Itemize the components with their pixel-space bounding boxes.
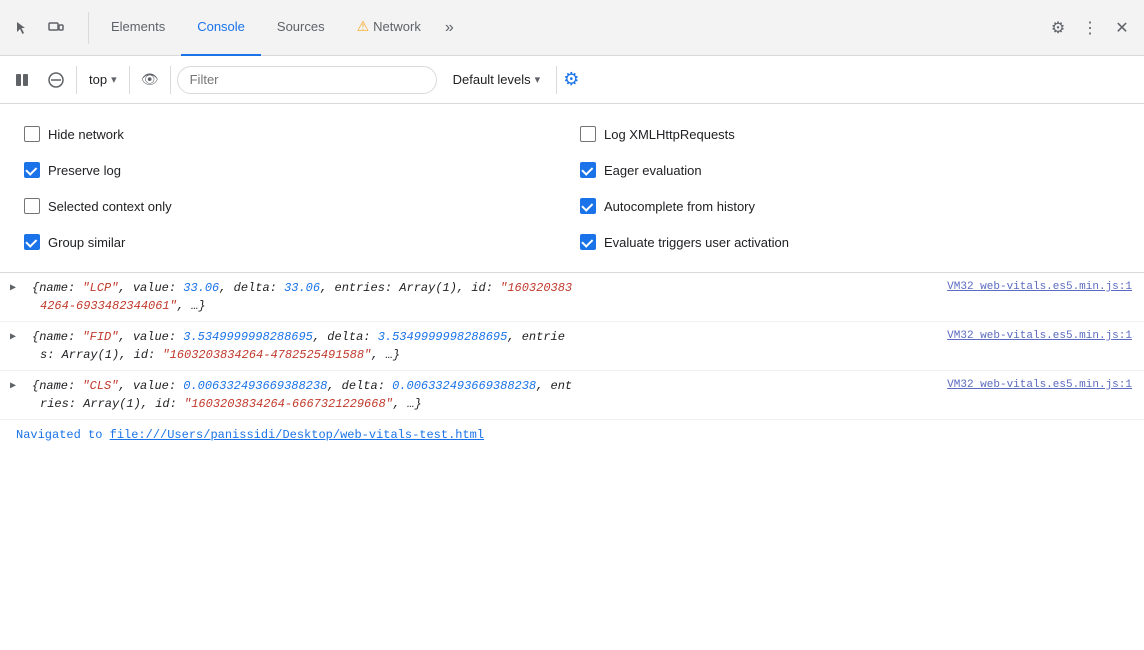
console-toolbar: top ▾ 👁 Default levels ▾ ⚙ — [0, 56, 1144, 104]
devtools-toolbar: Elements Console Sources ⚠ Network » ⚙ ⋮… — [0, 0, 1144, 56]
checkbox-eager-eval[interactable] — [580, 162, 596, 178]
default-levels-button[interactable]: Default levels ▾ — [443, 68, 551, 91]
label-eval-triggers: Evaluate triggers user activation — [604, 235, 789, 250]
navigated-prefix: Navigated to — [16, 428, 110, 442]
context-arrow-icon: ▾ — [111, 73, 117, 86]
checkbox-group-similar[interactable] — [24, 234, 40, 250]
filter-input[interactable] — [177, 66, 437, 94]
settings-icon[interactable]: ⚙ — [1044, 14, 1072, 42]
console-entry-cls: ▶ VM32 web-vitals.es5.min.js:1 {name: "C… — [0, 371, 1144, 420]
checkbox-log-xml[interactable] — [580, 126, 596, 142]
device-toggle-icon[interactable] — [42, 14, 70, 42]
console-entry-fid: ▶ VM32 web-vitals.es5.min.js:1 {name: "F… — [0, 322, 1144, 371]
setting-hide-network[interactable]: Hide network — [16, 116, 572, 152]
setting-eager-eval[interactable]: Eager evaluation — [572, 152, 1128, 188]
expand-arrow-cls[interactable]: ▶ — [10, 379, 16, 394]
tab-network[interactable]: ⚠ Network — [341, 0, 437, 56]
file-link-lcp[interactable]: VM32 web-vitals.es5.min.js:1 — [947, 279, 1132, 296]
expand-arrow-lcp[interactable]: ▶ — [10, 281, 16, 296]
expand-arrow-fid[interactable]: ▶ — [10, 330, 16, 345]
eye-icon[interactable]: 👁 — [136, 66, 164, 94]
console-entry-lcp: ▶ VM32 web-vitals.es5.min.js:1 {name: "L… — [0, 273, 1144, 322]
checkbox-autocomplete-history[interactable] — [580, 198, 596, 214]
label-preserve-log: Preserve log — [48, 163, 121, 178]
checkbox-selected-context[interactable] — [24, 198, 40, 214]
toolbar-right: ⚙ ⋮ ✕ — [1044, 14, 1136, 42]
cursor-icon[interactable] — [8, 14, 36, 42]
more-tabs-button[interactable]: » — [437, 0, 462, 56]
toolbar-icons — [8, 14, 70, 42]
console-sep-2 — [129, 66, 130, 94]
navigated-url[interactable]: file:///Users/panissidi/Desktop/web-vita… — [110, 428, 484, 442]
file-link-cls[interactable]: VM32 web-vitals.es5.min.js:1 — [947, 377, 1132, 394]
console-gear-icon[interactable]: ⚙ — [563, 69, 579, 90]
label-eager-eval: Eager evaluation — [604, 163, 702, 178]
console-sep-4 — [556, 66, 557, 94]
setting-preserve-log[interactable]: Preserve log — [16, 152, 572, 188]
console-sep-3 — [170, 66, 171, 94]
label-hide-network: Hide network — [48, 127, 124, 142]
tab-console[interactable]: Console — [181, 0, 261, 56]
console-sep-1 — [76, 66, 77, 94]
settings-col-right: Log XMLHttpRequests Eager evaluation Aut… — [572, 116, 1128, 260]
label-autocomplete-history: Autocomplete from history — [604, 199, 755, 214]
label-selected-context: Selected context only — [48, 199, 172, 214]
context-selector[interactable]: top ▾ — [83, 68, 123, 91]
console-play-icon[interactable] — [8, 66, 36, 94]
checkbox-eval-triggers[interactable] — [580, 234, 596, 250]
setting-log-xml[interactable]: Log XMLHttpRequests — [572, 116, 1128, 152]
label-group-similar: Group similar — [48, 235, 125, 250]
console-output: ▶ VM32 web-vitals.es5.min.js:1 {name: "L… — [0, 273, 1144, 454]
toolbar-separator — [88, 12, 89, 44]
clear-console-icon[interactable] — [42, 66, 70, 94]
setting-group-similar[interactable]: Group similar — [16, 224, 572, 260]
checkbox-preserve-log[interactable] — [24, 162, 40, 178]
network-warning-icon: ⚠ — [357, 18, 370, 35]
label-log-xml: Log XMLHttpRequests — [604, 127, 735, 142]
checkbox-hide-network[interactable] — [24, 126, 40, 142]
file-link-fid[interactable]: VM32 web-vitals.es5.min.js:1 — [947, 328, 1132, 345]
levels-arrow-icon: ▾ — [535, 73, 541, 86]
setting-selected-context[interactable]: Selected context only — [16, 188, 572, 224]
settings-panel: Hide network Preserve log Selected conte… — [0, 104, 1144, 273]
more-vert-icon[interactable]: ⋮ — [1076, 14, 1104, 42]
setting-autocomplete-history[interactable]: Autocomplete from history — [572, 188, 1128, 224]
close-icon[interactable]: ✕ — [1108, 14, 1136, 42]
navigated-line: Navigated to file:///Users/panissidi/Des… — [0, 420, 1144, 450]
tab-elements[interactable]: Elements — [95, 0, 181, 56]
tab-sources[interactable]: Sources — [261, 0, 341, 56]
setting-eval-triggers[interactable]: Evaluate triggers user activation — [572, 224, 1128, 260]
settings-col-left: Hide network Preserve log Selected conte… — [16, 116, 572, 260]
